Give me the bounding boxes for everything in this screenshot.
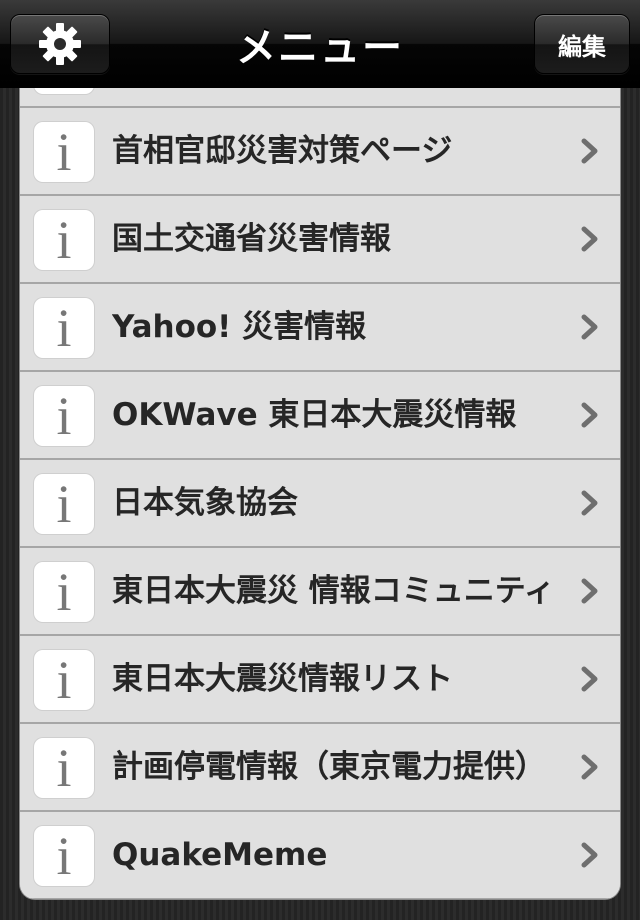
gear-icon: [39, 23, 81, 65]
list-item[interactable]: i QuakeMeme: [20, 812, 620, 899]
chevron-right-icon: [581, 314, 598, 340]
list-item-label: Yahoo! 災害情報: [112, 309, 367, 345]
list-item[interactable]: i OKWave 東日本大震災情報: [20, 372, 620, 460]
list-item[interactable]: i 計画停電情報（東京電力提供）: [20, 724, 620, 812]
navigation-bar: メニュー 編集: [0, 0, 640, 88]
list-item[interactable]: i 東日本大震災 情報コミュニティ: [20, 548, 620, 636]
page-title: メニュー: [236, 25, 404, 71]
list-item[interactable]: i Yahoo! 災害情報: [20, 284, 620, 372]
list-item-label: 東日本大震災情報リスト: [112, 661, 453, 697]
info-icon: i: [34, 826, 94, 886]
chevron-right-icon: [581, 138, 598, 164]
list-item-label: OKWave 東日本大震災情報: [112, 397, 517, 433]
list-item-label: 東日本大震災 情報コミュニティ: [112, 573, 555, 609]
list-item[interactable]: i: [20, 88, 620, 108]
edit-button[interactable]: 編集: [534, 14, 630, 74]
info-icon: i: [34, 88, 94, 94]
info-icon: i: [34, 738, 94, 798]
chevron-right-icon: [581, 490, 598, 516]
list-item-label: 首相官邸災害対策ページ: [112, 133, 453, 169]
chevron-right-icon: [581, 578, 598, 604]
list-item[interactable]: i 首相官邸災害対策ページ: [20, 108, 620, 196]
list-item-label: 計画停電情報（東京電力提供）: [112, 749, 546, 785]
info-icon: i: [34, 298, 94, 358]
info-icon: i: [34, 122, 94, 182]
list-item[interactable]: i 日本気象協会: [20, 460, 620, 548]
list-item[interactable]: i 東日本大震災情報リスト: [20, 636, 620, 724]
info-icon: i: [34, 562, 94, 622]
chevron-right-icon: [581, 226, 598, 252]
chevron-right-icon: [581, 666, 598, 692]
chevron-right-icon: [581, 842, 598, 868]
info-icon: i: [34, 386, 94, 446]
chevron-right-icon: [581, 754, 598, 780]
info-icon: i: [34, 650, 94, 710]
list-item-label: 日本気象協会: [112, 485, 298, 521]
info-icon: i: [34, 474, 94, 534]
edit-button-label: 編集: [558, 32, 606, 61]
list-item-label: [112, 88, 602, 106]
settings-button[interactable]: [10, 14, 110, 74]
list-item-label: 国土交通省災害情報: [112, 221, 391, 257]
list-item-label: QuakeMeme: [112, 837, 328, 873]
info-icon: i: [34, 210, 94, 270]
menu-list[interactable]: ii首相官邸災害対策ページi国土交通省災害情報iYahoo! 災害情報iOKWa…: [19, 88, 621, 900]
list-item[interactable]: i 国土交通省災害情報: [20, 196, 620, 284]
chevron-right-icon: [581, 402, 598, 428]
